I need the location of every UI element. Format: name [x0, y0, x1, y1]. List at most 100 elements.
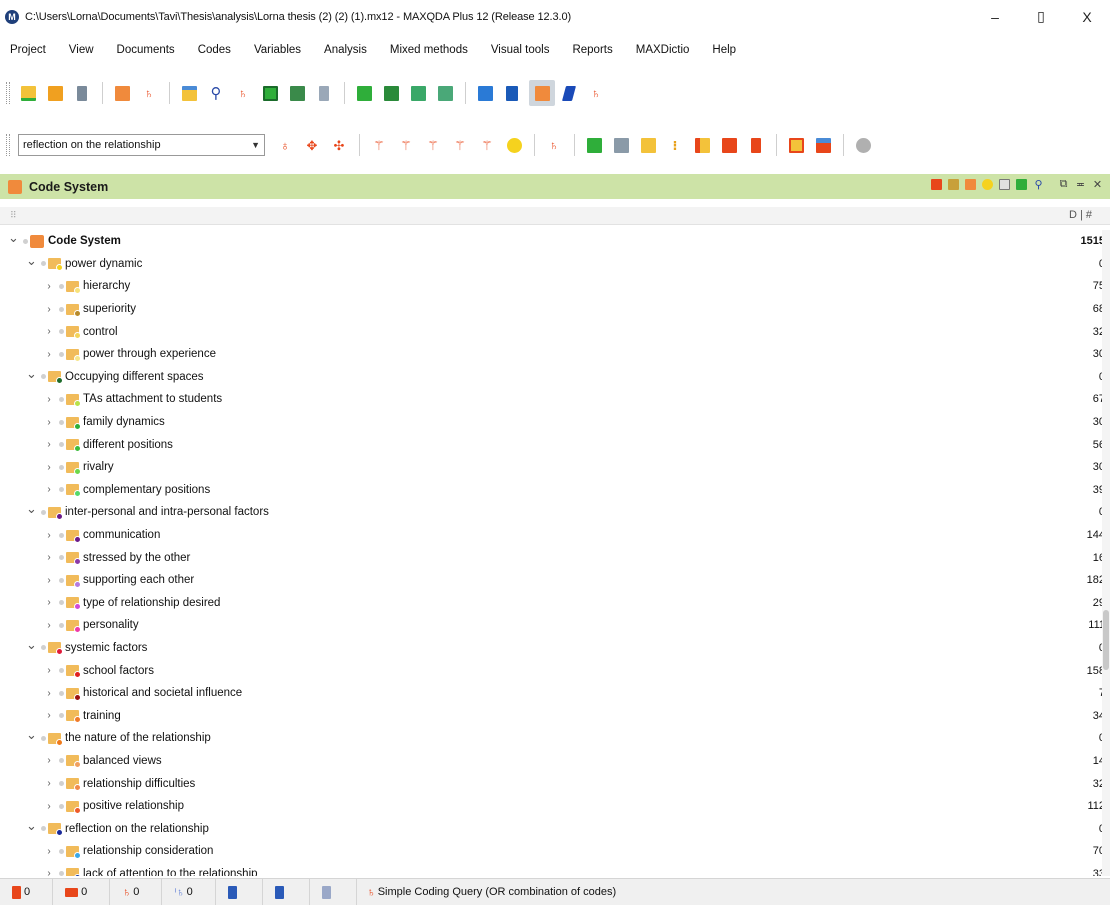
parent-code-row[interactable]: ⌄ inter-personal and intra-personal facto…: [0, 501, 1110, 524]
chevron-right-icon[interactable]: ›: [44, 688, 54, 699]
chevron-right-icon[interactable]: ›: [44, 304, 54, 315]
activation-dot-icon[interactable]: [41, 826, 46, 832]
activation-dot-icon[interactable]: [59, 781, 64, 787]
menu-documents[interactable]: Documents: [117, 42, 175, 58]
chevron-right-icon[interactable]: ›: [44, 620, 54, 631]
document-browser-icon[interactable]: [354, 83, 374, 103]
undock-icon[interactable]: ⧉: [1057, 178, 1070, 191]
chevron-down-icon[interactable]: ⌄: [26, 637, 37, 653]
new-project-icon[interactable]: [18, 83, 38, 103]
activation-dot-icon[interactable]: [41, 261, 46, 267]
activation-dot-icon[interactable]: [59, 600, 64, 606]
spellcheck-icon[interactable]: [853, 135, 873, 155]
chevron-right-icon[interactable]: ›: [44, 597, 54, 608]
color-code-red4-icon[interactable]: ⚚: [450, 135, 470, 155]
chevron-right-icon[interactable]: ›: [44, 439, 54, 450]
list-icon[interactable]: [314, 83, 334, 103]
document-system-icon[interactable]: [381, 83, 401, 103]
activation-dot-icon[interactable]: [59, 351, 64, 357]
split-codes-icon[interactable]: [611, 135, 631, 155]
code-row[interactable]: › family dynamics 30: [0, 411, 1110, 434]
parent-code-row[interactable]: ⌄the nature of the relationship0: [0, 727, 1110, 750]
new-code-tool-icon[interactable]: [930, 178, 943, 191]
code-row[interactable]: › relationship consideration 70: [0, 840, 1110, 863]
activation-dot-icon[interactable]: [41, 509, 46, 515]
menu-reports[interactable]: Reports: [572, 42, 612, 58]
chevron-right-icon[interactable]: ›: [44, 281, 54, 292]
chevron-right-icon[interactable]: ›: [44, 801, 54, 812]
chevron-right-icon[interactable]: ›: [44, 417, 54, 428]
tree-root-row[interactable]: ⌄ Code System 1515: [0, 230, 1110, 253]
toolbar-grip[interactable]: [6, 82, 10, 104]
activation-dot-icon[interactable]: [23, 238, 28, 244]
open-project-icon[interactable]: [45, 83, 65, 103]
toolbar-grip[interactable]: [6, 134, 10, 156]
activation-dot-icon[interactable]: [59, 758, 64, 764]
status-documents[interactable]: 0: [0, 878, 54, 905]
chevron-down-icon[interactable]: ⌄: [26, 253, 37, 269]
status-codes[interactable]: 0: [53, 878, 111, 905]
menu-project[interactable]: Project: [10, 42, 46, 58]
chevron-right-icon[interactable]: ›: [44, 846, 54, 857]
activation-dot-icon[interactable]: [59, 690, 64, 696]
code-row[interactable]: › hierarchy 75: [0, 275, 1110, 298]
color-code-red2-icon[interactable]: ⚚: [396, 135, 416, 155]
overview-icon[interactable]: [179, 83, 199, 103]
close-button[interactable]: X: [1064, 0, 1110, 33]
activation-dot-icon[interactable]: [41, 645, 46, 651]
activation-dot-icon[interactable]: [41, 374, 46, 380]
overview-tool-icon[interactable]: [998, 178, 1011, 191]
scrollbar-thumb[interactable]: [1103, 610, 1109, 670]
code-row[interactable]: › supporting each other 182: [0, 569, 1110, 592]
color-code-red3-icon[interactable]: ⚚: [423, 135, 443, 155]
code-matrix-icon[interactable]: [408, 83, 428, 103]
code-favorite-icon[interactable]: [719, 135, 739, 155]
document-icon[interactable]: [502, 83, 522, 103]
code-row[interactable]: › school factors 158: [0, 659, 1110, 682]
code-system-toggle-icon[interactable]: [529, 80, 555, 106]
activation-dot-icon[interactable]: [59, 532, 64, 538]
chevron-right-icon[interactable]: ›: [44, 778, 54, 789]
chevron-down-icon[interactable]: ⌄: [26, 727, 37, 743]
emoticode-icon[interactable]: [504, 135, 524, 155]
activation-dot-icon[interactable]: [59, 306, 64, 312]
chevron-down-icon[interactable]: ⌄: [26, 501, 37, 517]
code-row[interactable]: › superiority 68: [0, 298, 1110, 321]
code-row[interactable]: › complementary positions 39: [0, 479, 1110, 502]
new-memo-icon[interactable]: [638, 135, 658, 155]
menu-analysis[interactable]: Analysis: [324, 42, 367, 58]
status-logical-icon[interactable]: [310, 878, 357, 905]
matrix-icon[interactable]: [260, 83, 280, 103]
chevron-down-icon[interactable]: ⌄: [8, 230, 19, 246]
menu-view[interactable]: View: [69, 42, 94, 58]
code-row[interactable]: › rivalry 30: [0, 456, 1110, 479]
chevron-right-icon[interactable]: ›: [44, 710, 54, 721]
activation-dot-icon[interactable]: [59, 848, 64, 854]
code-in-vivo-icon[interactable]: ✣: [329, 135, 349, 155]
activation-dot-icon[interactable]: [59, 396, 64, 402]
parent-code-row[interactable]: ⌄power dynamic0: [0, 253, 1110, 276]
parent-code-row[interactable]: ⌄reflection on the relationship0: [0, 817, 1110, 840]
parent-code-row[interactable]: ⌄systemic factors0: [0, 637, 1110, 660]
chevron-right-icon[interactable]: ›: [44, 326, 54, 337]
status-weight-icon[interactable]: [263, 878, 310, 905]
status-activate-icon[interactable]: [216, 878, 263, 905]
chevron-right-icon[interactable]: ›: [44, 349, 54, 360]
activation-dot-icon[interactable]: [41, 735, 46, 741]
maximize-button[interactable]: ▯: [1018, 0, 1064, 33]
activation-dot-icon[interactable]: [59, 555, 64, 561]
activation-dot-icon[interactable]: [59, 464, 64, 470]
activation-dot-icon[interactable]: [59, 419, 64, 425]
activation-dot-icon[interactable]: [59, 622, 64, 628]
chevron-right-icon[interactable]: ›: [44, 530, 54, 541]
active-code-combo[interactable]: reflection on the relationship ▼: [18, 134, 265, 156]
activation-dot-icon[interactable]: [59, 329, 64, 335]
merge-codes-icon[interactable]: [584, 135, 604, 155]
menu-visual-tools[interactable]: Visual tools: [491, 42, 550, 58]
search-tool-icon[interactable]: ⚲: [1032, 178, 1045, 191]
search-icon[interactable]: ⚲: [206, 83, 226, 103]
code-icon[interactable]: ♁: [275, 135, 295, 155]
drag-handle-icon[interactable]: ⠿: [10, 210, 17, 221]
menu-codes[interactable]: Codes: [198, 42, 231, 58]
chevron-right-icon[interactable]: ›: [44, 575, 54, 586]
